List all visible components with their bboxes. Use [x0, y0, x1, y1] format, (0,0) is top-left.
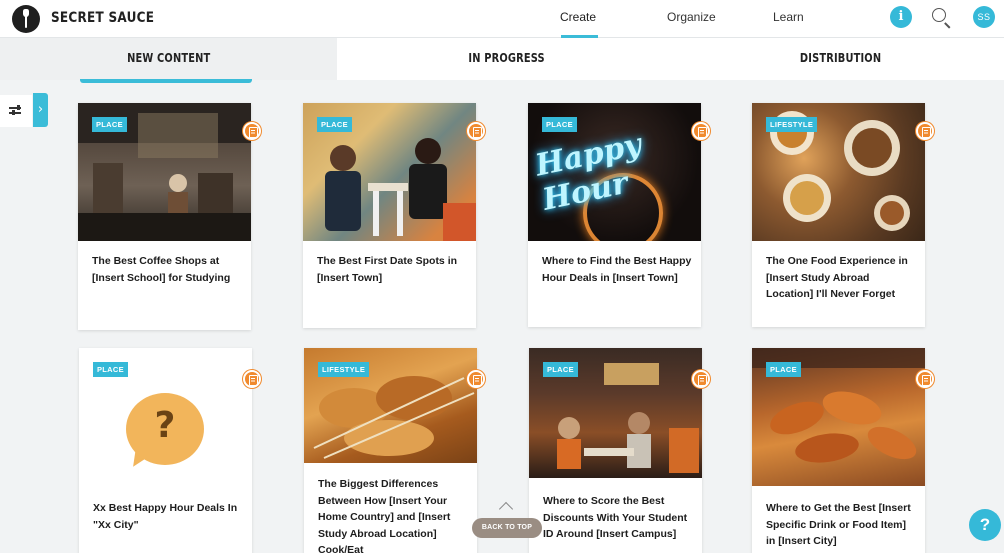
content-card[interactable]: LIFESTYLE The Biggest Differences Betwee… — [304, 348, 477, 553]
card-image: ? PLACE — [79, 348, 252, 486]
top-header: SECRET SAUCE Create Organize Learn i SS — [0, 0, 1004, 38]
document-icon[interactable] — [243, 122, 261, 140]
card-image: PLACE — [303, 103, 476, 241]
content-card[interactable]: PLACE The Best Coffee Shops at [Insert S… — [78, 103, 251, 330]
document-icon[interactable] — [467, 122, 485, 140]
card-title[interactable]: Where to Score the Best Discounts With Y… — [543, 493, 693, 543]
sliders-icon[interactable] — [0, 95, 32, 127]
back-to-top-button[interactable]: BACK TO TOP — [472, 518, 542, 538]
card-image: LIFESTYLE — [752, 103, 925, 241]
card-title[interactable]: Where to Find the Best Happy Hour Deals … — [542, 253, 692, 286]
nav-organize[interactable]: Organize — [667, 10, 716, 24]
content-card[interactable]: PLACE Where to Get the Best [Insert Spec… — [752, 348, 925, 553]
document-icon[interactable] — [916, 122, 934, 140]
nav-create[interactable]: Create — [560, 10, 596, 24]
content-card[interactable]: LIFESTYLE The One Food Experience in [In… — [752, 103, 925, 327]
card-image: Happy Hour PLACE — [528, 103, 701, 241]
chevron-right-icon[interactable]: › — [33, 93, 48, 127]
card-title[interactable]: The One Food Experience in [Insert Study… — [766, 253, 916, 303]
tab-active-indicator — [80, 79, 252, 83]
category-badge: PLACE — [766, 362, 801, 377]
search-icon[interactable] — [930, 6, 952, 29]
card-title[interactable]: Xx Best Happy Hour Deals In "Xx City" — [93, 500, 243, 533]
neon-sign-text: Happy Hour — [532, 127, 645, 218]
content-card[interactable]: ? PLACE Xx Best Happy Hour Deals In "Xx … — [79, 348, 252, 553]
category-badge: PLACE — [542, 117, 577, 132]
content-card[interactable]: Happy Hour PLACE Where to Find the Best … — [528, 103, 701, 327]
brand-name[interactable]: SECRET SAUCE — [51, 10, 154, 26]
content-card[interactable]: PLACE The Best First Date Spots in [Inse… — [303, 103, 476, 328]
card-title[interactable]: Where to Get the Best [Insert Specific D… — [766, 500, 916, 550]
chevron-up-icon[interactable] — [497, 498, 515, 516]
category-badge: PLACE — [317, 117, 352, 132]
question-mark: ? — [154, 405, 176, 446]
card-image: PLACE — [78, 103, 251, 241]
user-avatar[interactable]: SS — [973, 6, 995, 28]
nav-learn[interactable]: Learn — [773, 10, 804, 24]
tab-in-progress[interactable]: IN PROGRESS — [337, 38, 677, 80]
document-icon[interactable] — [243, 370, 261, 388]
help-icon[interactable]: ? — [969, 509, 1001, 541]
card-title[interactable]: The Best First Date Spots in [Insert Tow… — [317, 253, 467, 286]
category-badge: LIFESTYLE — [318, 362, 370, 377]
document-icon[interactable] — [692, 370, 710, 388]
spoon-logo-icon[interactable] — [12, 5, 40, 33]
content-tabs: NEW CONTENT IN PROGRESS DISTRIBUTION — [0, 38, 1004, 80]
content-card[interactable]: PLACE Where to Score the Best Discounts … — [529, 348, 702, 553]
card-image: PLACE — [529, 348, 702, 478]
tab-distribution[interactable]: DISTRIBUTION — [677, 38, 1004, 80]
card-image: LIFESTYLE — [304, 348, 477, 463]
document-icon[interactable] — [692, 122, 710, 140]
card-title[interactable]: The Biggest Differences Between How [Ins… — [318, 476, 468, 553]
category-badge: PLACE — [92, 117, 127, 132]
category-badge: PLACE — [93, 362, 128, 377]
tab-new-content[interactable]: NEW CONTENT — [0, 38, 337, 80]
category-badge: LIFESTYLE — [766, 117, 818, 132]
card-image: PLACE — [752, 348, 925, 486]
document-icon[interactable] — [467, 370, 485, 388]
card-title[interactable]: The Best Coffee Shops at [Insert School]… — [92, 253, 242, 286]
info-button[interactable]: i — [890, 6, 912, 28]
category-badge: PLACE — [543, 362, 578, 377]
document-icon[interactable] — [916, 370, 934, 388]
